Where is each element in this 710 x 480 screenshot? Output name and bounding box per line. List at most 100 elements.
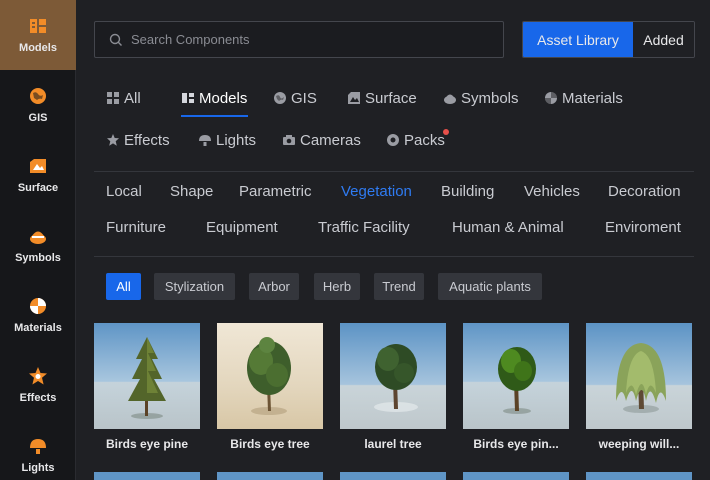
tree-icon: [498, 347, 536, 414]
tab-label: GIS: [291, 89, 317, 107]
search-box[interactable]: [94, 21, 504, 58]
tab-lights[interactable]: Lights: [198, 128, 256, 152]
tab-packs[interactable]: Packs: [386, 128, 445, 152]
asset-name: Birds eye tree: [230, 437, 310, 451]
tab-label: Models: [199, 89, 248, 107]
tab-label: Cameras: [300, 131, 361, 149]
sidebar-item-symbols[interactable]: Symbols: [0, 210, 76, 280]
symbols-icon: [443, 91, 457, 105]
packs-icon: [386, 133, 400, 147]
all-icon: [106, 91, 120, 105]
divider: [94, 171, 694, 172]
chip-arbor[interactable]: Arbor: [249, 273, 299, 300]
sidebar-item-surface[interactable]: Surface: [0, 140, 76, 210]
sidebar-item-label: GIS: [28, 112, 48, 124]
asset-thumbnail: [340, 323, 446, 429]
sidebar-item-materials[interactable]: Materials: [0, 280, 76, 350]
tab-label: Packs: [404, 131, 445, 149]
effects-icon: [28, 366, 48, 386]
lights-icon: [198, 133, 212, 147]
asset-card[interactable]: Birds eye pin...: [463, 323, 569, 451]
subcat-local[interactable]: Local: [106, 183, 142, 200]
asset-name: Birds eye pin...: [473, 437, 559, 451]
added-button[interactable]: Added: [633, 22, 694, 57]
sidebar-item-models[interactable]: Models: [0, 0, 76, 70]
tab-label: Materials: [562, 89, 623, 107]
tab-label: Surface: [365, 89, 417, 107]
tab-symbols[interactable]: Symbols: [443, 86, 519, 110]
asset-thumbnail: [586, 323, 692, 429]
sidebar-item-gis[interactable]: GIS: [0, 70, 76, 140]
symbols-icon: [28, 226, 48, 246]
asset-card[interactable]: laurel tree: [340, 323, 446, 451]
subcat-furniture[interactable]: Furniture: [106, 219, 166, 236]
sidebar-item-effects[interactable]: Effects: [0, 350, 76, 420]
subcat-human-animal[interactable]: Human & Animal: [452, 219, 564, 236]
asset-name: weeping will...: [598, 437, 680, 451]
asset-thumbnail-partial[interactable]: [586, 472, 692, 480]
asset-name: laurel tree: [364, 437, 422, 451]
asset-thumbnail: [463, 323, 569, 429]
subcat-vehicles[interactable]: Vehicles: [524, 183, 580, 200]
models-icon: [181, 91, 195, 105]
subcat-enviroment[interactable]: Enviroment: [605, 219, 681, 236]
subcat-building[interactable]: Building: [441, 183, 494, 200]
subcat-parametric[interactable]: Parametric: [239, 183, 312, 200]
willow-tree-icon: [616, 343, 666, 413]
asset-thumbnail-partial[interactable]: [217, 472, 323, 480]
asset-card[interactable]: Birds eye tree: [217, 323, 323, 451]
chip-aquatic-plants[interactable]: Aquatic plants: [438, 273, 542, 300]
sidebar-item-label: Effects: [19, 392, 57, 404]
gis-icon: [28, 86, 48, 106]
materials-icon: [28, 296, 48, 316]
sidebar-item-lights[interactable]: Lights: [0, 420, 76, 480]
asset-thumbnail-partial[interactable]: [94, 472, 200, 480]
chip-stylization[interactable]: Stylization: [154, 273, 235, 300]
asset-thumbnail-partial[interactable]: [340, 472, 446, 480]
sidebar-item-label: Lights: [21, 462, 55, 474]
subcat-vegetation[interactable]: Vegetation: [341, 183, 412, 200]
chip-trend[interactable]: Trend: [374, 273, 424, 300]
sidebar-item-label: Symbols: [15, 252, 61, 264]
tab-surface[interactable]: Surface: [347, 86, 417, 110]
subcat-equipment[interactable]: Equipment: [206, 219, 278, 236]
sidebar-item-label: Surface: [17, 182, 59, 194]
subcat-decoration[interactable]: Decoration: [608, 183, 681, 200]
asset-card[interactable]: Birds eye pine: [94, 323, 200, 451]
chip-herb[interactable]: Herb: [314, 273, 360, 300]
effects-icon: [106, 133, 120, 147]
subcat-shape[interactable]: Shape: [170, 183, 213, 200]
lights-icon: [28, 436, 48, 456]
tab-label: All: [124, 89, 141, 107]
chip-all[interactable]: All: [106, 273, 141, 300]
tab-label: Symbols: [461, 89, 519, 107]
pine-tree-icon: [128, 337, 166, 419]
asset-name: Birds eye pine: [105, 437, 189, 451]
tab-all[interactable]: All: [106, 86, 141, 110]
tab-label: Effects: [124, 131, 170, 149]
asset-thumbnail-partial[interactable]: [463, 472, 569, 480]
surface-icon: [28, 156, 48, 176]
notification-dot: [443, 129, 449, 135]
tree-icon: [374, 344, 418, 412]
tab-models[interactable]: Models: [181, 86, 247, 110]
active-tab-indicator: [181, 115, 248, 117]
search-icon: [109, 33, 122, 46]
divider: [94, 256, 694, 257]
tab-gis[interactable]: GIS: [273, 86, 317, 110]
search-input[interactable]: [131, 32, 491, 47]
materials-icon: [544, 91, 558, 105]
camera-icon: [282, 133, 296, 147]
asset-thumbnail: [217, 323, 323, 429]
models-icon: [28, 16, 48, 36]
tab-cameras[interactable]: Cameras: [282, 128, 361, 152]
tab-label: Lights: [216, 131, 257, 149]
tab-effects[interactable]: Effects: [106, 128, 170, 152]
tab-materials[interactable]: Materials: [544, 86, 623, 110]
asset-library-button[interactable]: Asset Library: [523, 22, 633, 57]
asset-card[interactable]: weeping will...: [586, 323, 692, 451]
subcat-traffic-facility[interactable]: Traffic Facility: [318, 219, 410, 236]
gis-icon: [273, 91, 287, 105]
library-toggle: Asset Library Added: [522, 21, 695, 58]
surface-icon: [347, 91, 361, 105]
